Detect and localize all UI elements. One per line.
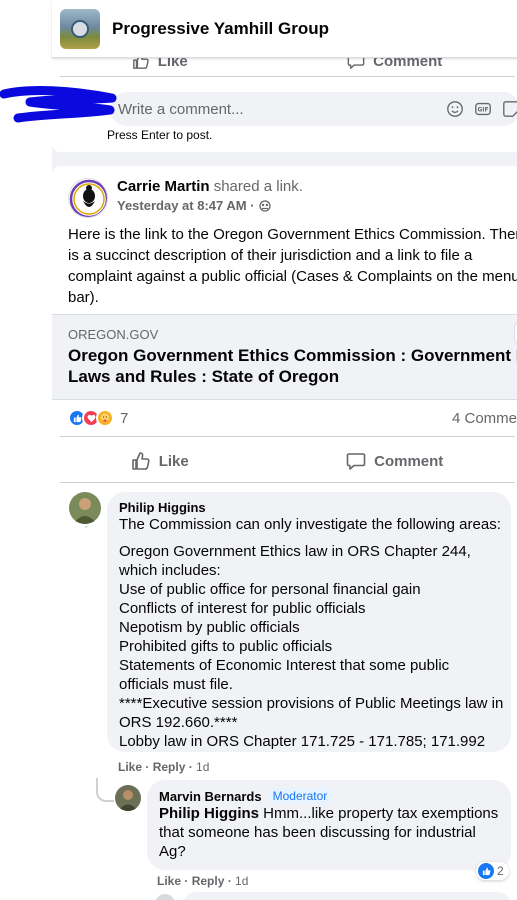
emoji-icon[interactable] (446, 100, 464, 118)
reaction-summary[interactable]: 7 (68, 409, 128, 427)
post-timestamp-row: Yesterday at 8:47 AM · (117, 198, 271, 213)
comment-input-icons: GIF (446, 100, 517, 118)
page: Like Comment Write a comment... GIF Pres… (0, 0, 517, 900)
audience-globe-icon (258, 199, 271, 212)
next-reply-avatar[interactable] (155, 894, 175, 900)
reply-like-count[interactable]: 2 (476, 862, 509, 880)
comment-line: The Commission can only investigate the … (119, 516, 501, 533)
comment-author[interactable]: Philip Higgins (119, 500, 499, 515)
reply-meta: Like · Reply · 1d (157, 874, 249, 888)
left-gutter (0, 0, 52, 900)
post-author-line: Carrie Martin shared a link. (117, 178, 303, 195)
group-header[interactable]: Progressive Yamhill Group (52, 0, 517, 58)
post: Carrie Martin shared a link. Yesterday a… (52, 166, 517, 900)
comment-line: Prohibited gifts to public officials (119, 638, 333, 655)
post-author[interactable]: Carrie Martin (117, 178, 210, 195)
reply-line: that someone has been discussing for ind… (159, 824, 476, 841)
group-name[interactable]: Progressive Yamhill Group (112, 19, 329, 39)
group-avatar[interactable] (60, 8, 100, 49)
reply-line: Ag? (159, 843, 186, 860)
like-button[interactable]: Like (131, 443, 189, 479)
like-label: Like (158, 452, 189, 470)
comment-line (119, 534, 499, 542)
reply-thread-line (96, 778, 114, 802)
comment-line: ****Executive session provisions of Publ… (119, 695, 504, 712)
comment-reply-link[interactable]: Reply (153, 760, 186, 774)
comment-line: officials must file. (119, 676, 233, 693)
divider (60, 482, 515, 483)
link-preview[interactable]: OREGON.GOV Oregon Government Ethics Comm… (52, 314, 517, 400)
moderator-badge: Moderator (267, 788, 333, 804)
comment-line: Lobby law in ORS Chapter 171.725 - 171.7… (119, 733, 486, 750)
reply-reply-link[interactable]: Reply (192, 874, 225, 888)
post-actions: Like Comment (52, 443, 517, 479)
comment-meta: Like · Reply · 1d (118, 760, 210, 774)
next-reply-bubble (182, 892, 512, 900)
thumbs-up-icon (131, 451, 151, 471)
care-reaction-icon (96, 409, 114, 427)
reply-mention[interactable]: Philip Higgins (159, 805, 259, 822)
post-text: Here is the link to the Oregon Governmen… (68, 224, 517, 308)
like-reaction-icon (478, 863, 494, 879)
comment-line: Nepotism by public officials (119, 619, 300, 636)
reply-time[interactable]: 1d (235, 874, 248, 888)
redaction-scribble (0, 86, 117, 123)
sticker-icon[interactable] (502, 100, 517, 118)
post-action: shared a link. (213, 178, 303, 195)
comment-like-link[interactable]: Like (118, 760, 142, 774)
comment-label: Comment (374, 452, 444, 470)
post-text-line: Here is the link to the Oregon Governmen… (68, 226, 517, 243)
reaction-count: 7 (120, 409, 129, 427)
reply-like-link[interactable]: Like (157, 874, 181, 888)
divider (60, 76, 515, 77)
comment-line: which includes: (119, 562, 221, 579)
comment-line: Statements of Economic Interest that som… (119, 657, 450, 674)
comment-line: ORS 192.660.**** (119, 714, 238, 731)
comment-author-name[interactable]: Philip Higgins (119, 500, 206, 515)
post-text-line: is a succinct description of their juris… (68, 247, 473, 264)
like-count: 2 (497, 864, 504, 878)
comment-placeholder: Write a comment... (118, 100, 244, 118)
gif-icon[interactable]: GIF (474, 100, 492, 118)
reply-author[interactable]: Marvin Bernards (159, 789, 262, 804)
comment-time[interactable]: 1d (196, 760, 209, 774)
reply-line: Hmm...like property tax exemptions (263, 805, 499, 822)
comment-line: Use of public office for personal financ… (119, 581, 421, 598)
link-title: Oregon Government Ethics Commission : Go… (68, 345, 517, 387)
link-title-line: Laws and Rules : State of Oregon (68, 367, 340, 386)
reply-text: Philip Higgins Hmm...like property tax e… (159, 804, 499, 861)
post-text-line: complaint against a public official (Cas… (68, 268, 517, 285)
post-text-line: bar). (68, 289, 99, 306)
reply-bubble: Marvin Bernards Moderator Philip Higgins… (147, 780, 511, 870)
svg-text:GIF: GIF (478, 108, 489, 114)
comment-text: The Commission can only investigate the … (119, 515, 504, 751)
comment-button[interactable]: Comment (346, 443, 443, 479)
link-title-line: Oregon Government Ethics Commission : Go… (68, 346, 517, 365)
comment-icon (346, 451, 366, 471)
author-avatar[interactable] (68, 178, 108, 218)
thread-line (85, 526, 87, 528)
divider (60, 436, 515, 437)
replier-avatar[interactable] (115, 785, 141, 811)
link-domain: OREGON.GOV (68, 327, 159, 342)
post-timestamp[interactable]: Yesterday at 8:47 AM · (117, 198, 255, 213)
reply-author-row: Marvin Bernards Moderator (159, 788, 499, 804)
commenter-avatar[interactable] (69, 492, 101, 524)
comment-bubble: Philip Higgins The Commission can only i… (107, 492, 511, 752)
comment-count[interactable]: 4 Comme (452, 410, 517, 427)
comment-line: Oregon Government Ethics law in ORS Chap… (119, 543, 471, 560)
write-comment-input[interactable]: Write a comment... GIF (110, 92, 517, 126)
comment-line: Conflicts of interest for public officia… (119, 600, 366, 617)
press-enter-hint: Press Enter to post. (107, 128, 213, 142)
